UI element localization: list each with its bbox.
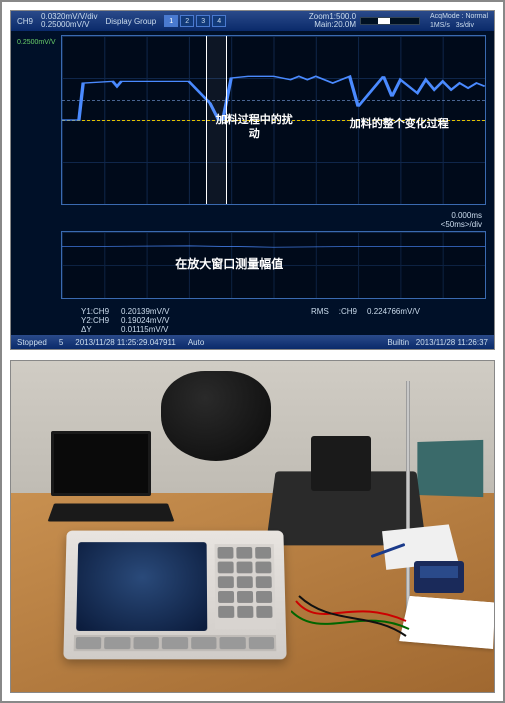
brand-label: Builtin (387, 338, 409, 347)
vscale-2: 0.25000mV/V (41, 21, 97, 29)
annotation-whole-process: 加料的整个变化过程 (324, 117, 474, 131)
rms-value: 0.224766mV/V (367, 307, 420, 316)
meas-y2-label: Y2:CH9 (81, 316, 121, 325)
rms-label: RMS (311, 307, 329, 316)
handheld-digital-meter (414, 561, 464, 593)
meas-y1-label: Y1:CH9 (81, 307, 121, 316)
instrument-screen (76, 542, 207, 631)
display-group-buttons: 1 2 3 4 (164, 15, 226, 27)
paper-notebook (399, 596, 495, 649)
display-group-label: Display Group (106, 17, 157, 26)
scope-body: 0.2500mV/V 加料过程中的扰动 加料的整个变化过程 0.000ms <5… (11, 31, 494, 335)
main-range-label: Main:20.0M (309, 21, 356, 29)
group-btn-2[interactable]: 2 (180, 15, 194, 27)
test-lead-cables (291, 591, 411, 651)
instrument-softkey-row (74, 635, 277, 651)
time-div: 3s/div (456, 22, 474, 29)
vertical-stand-pole (406, 381, 410, 621)
laptop-computer (51, 431, 181, 526)
scope-status-bar: Stopped 5 2013/11/28 11:25:29.047911 Aut… (11, 335, 494, 349)
meas-y1-value: 0.20139mV/V (121, 307, 191, 316)
acq-count: 5 (59, 338, 63, 347)
laptop-keyboard-base (48, 503, 175, 521)
timestamp-left: 2013/11/28 11:25:29.047911 (75, 338, 176, 347)
zoom-position-bar[interactable] (360, 17, 420, 25)
group-btn-1[interactable]: 1 (164, 15, 178, 27)
time-right-bottom: <50ms>/div (441, 220, 482, 229)
group-btn-3[interactable]: 3 (196, 15, 210, 27)
main-timescale-readout: 0.000ms <50ms>/div (441, 211, 482, 229)
cursor-measurements: Y1:CH9 0.20139mV/V Y2:CH9 0.19024mV/V ΔY… (81, 307, 191, 334)
laptop-screen (51, 431, 151, 496)
lab-bench-photo (10, 360, 495, 693)
scope-top-toolbar: CH9 0.0320mV/V/div 0.25000mV/V Display G… (11, 11, 494, 31)
load-cell-sensor-block (311, 436, 371, 491)
acq-mode-value: Normal (465, 13, 488, 20)
trigger-mode: Auto (188, 338, 204, 347)
meas-dy-value: 0.01115mV/V (121, 325, 191, 334)
instrument-button-panel (215, 544, 276, 629)
rms-measurement: RMS :CH9 0.224766mV/V (311, 307, 420, 316)
oscilloscope-recorder-instrument (63, 531, 286, 660)
meas-dy-label: ΔY (81, 325, 121, 334)
acq-state: Stopped (17, 338, 47, 347)
channel-label: CH9 (17, 17, 33, 26)
time-right-top: 0.000ms (441, 211, 482, 220)
main-waveform-area[interactable]: 加料过程中的扰动 加料的整个变化过程 (61, 35, 486, 205)
timestamp-right: 2013/11/28 11:26:37 (416, 338, 488, 347)
meas-y2-value: 0.19024mV/V (121, 316, 191, 325)
page-frame: CH9 0.0320mV/V/div 0.25000mV/V Display G… (0, 0, 505, 703)
acq-rate: 1MS/s (430, 22, 450, 29)
green-parts-tray (417, 440, 483, 497)
annotation-disturbance: 加料过程中的扰动 (214, 113, 294, 141)
oscilloscope-screenshot: CH9 0.0320mV/V/div 0.25000mV/V Display G… (10, 10, 495, 350)
group-btn-4[interactable]: 4 (212, 15, 226, 27)
annotation-measure-in-zoom: 在放大窗口测量幅值 (175, 257, 283, 271)
left-scale-top: 0.2500mV/V (17, 39, 56, 46)
rms-ch: :CH9 (339, 307, 357, 316)
acq-mode-label: AcqMode (430, 13, 460, 20)
